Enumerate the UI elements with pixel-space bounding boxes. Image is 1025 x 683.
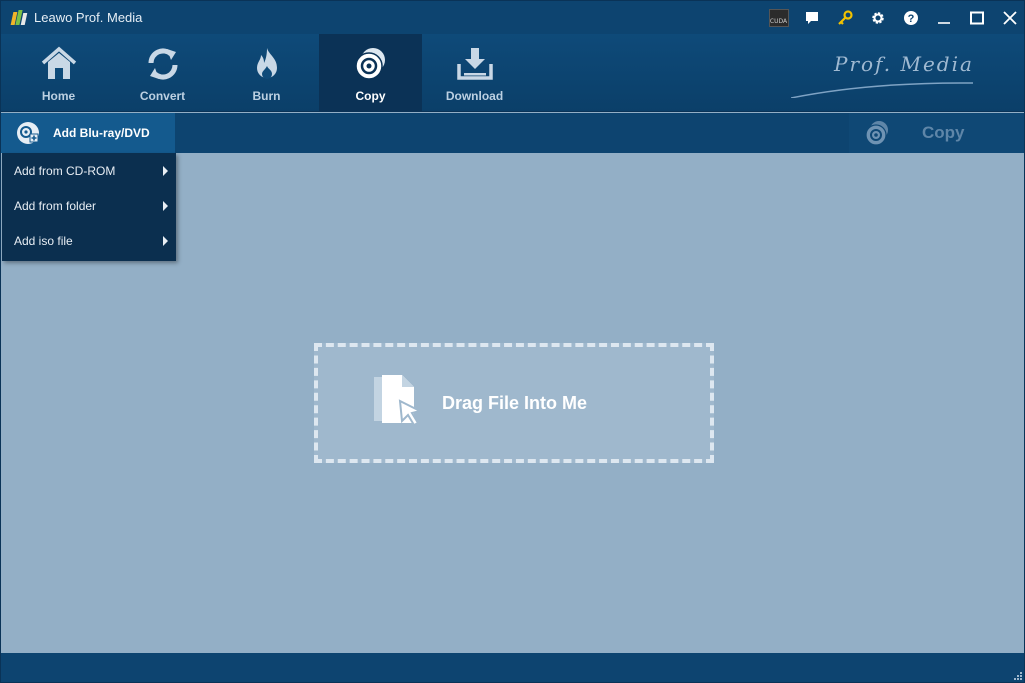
disc-copy-icon [354, 48, 385, 80]
tab-burn[interactable]: Burn [215, 34, 318, 112]
chevron-right-icon [163, 166, 168, 176]
burn-icon [256, 48, 277, 79]
resize-grip-icon[interactable] [1014, 672, 1022, 680]
app-window: Leawo Prof. Media CUDA ? Home Convert Bu… [0, 0, 1025, 683]
add-disc-icon [17, 122, 39, 144]
help-icon[interactable]: ? [894, 1, 927, 34]
gear-icon[interactable] [861, 1, 894, 34]
minimize-icon[interactable] [927, 1, 960, 34]
menu-item-add-from-cd-rom[interactable]: Add from CD-ROM [2, 153, 176, 188]
app-logo-icon [10, 9, 28, 26]
title-controls: CUDA ? [762, 1, 1024, 34]
action-bar: Add Blu-ray/DVD Copy [1, 113, 1024, 153]
maximize-icon[interactable] [960, 1, 993, 34]
chevron-right-icon [163, 201, 168, 211]
brand-logo: Prof. Media [791, 48, 991, 98]
main-toolbar: Home Convert Burn Copy Download Prof. Me… [1, 34, 1024, 112]
copy-button[interactable]: Copy [849, 113, 1024, 153]
menu-item-add-from-folder[interactable]: Add from folder [2, 188, 176, 223]
home-icon [41, 46, 76, 79]
window-title: Leawo Prof. Media [34, 10, 143, 25]
title-bar: Leawo Prof. Media CUDA ? [1, 1, 1024, 34]
tab-download[interactable]: Download [423, 34, 526, 112]
svg-text:?: ? [907, 13, 914, 25]
chevron-right-icon [163, 236, 168, 246]
tab-copy[interactable]: Copy [319, 34, 422, 112]
tab-home[interactable]: Home [7, 34, 110, 112]
close-icon[interactable] [993, 1, 1024, 34]
tab-convert[interactable]: Convert [111, 34, 214, 112]
convert-icon [147, 48, 178, 80]
key-icon[interactable] [828, 1, 861, 34]
drop-zone[interactable]: Drag File Into Me [314, 343, 714, 463]
disc-copy-icon [865, 121, 888, 146]
chat-icon[interactable] [795, 1, 828, 34]
add-source-menu: Add from CD-ROM Add from folder Add iso … [2, 153, 176, 261]
menu-item-add-iso-file[interactable]: Add iso file [2, 223, 176, 258]
cuda-icon[interactable]: CUDA [762, 1, 795, 34]
status-bar [1, 653, 1024, 682]
drag-file-icon [374, 375, 423, 427]
add-bluray-dvd-button[interactable]: Add Blu-ray/DVD [1, 113, 175, 153]
download-icon [456, 48, 493, 80]
